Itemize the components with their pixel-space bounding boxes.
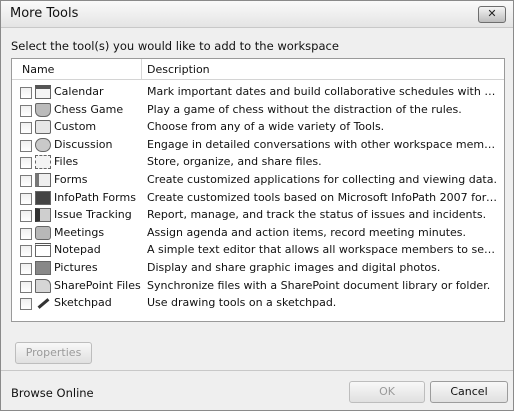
tool-description: Choose from any of a wide variety of Too… [147,120,385,134]
tool-checkbox[interactable] [20,227,32,240]
tool-checkbox[interactable] [20,157,32,170]
tool-checkbox[interactable] [20,104,32,117]
close-button[interactable]: ✕ [478,6,506,23]
tool-name: Chess Game [54,102,124,116]
tool-checkbox[interactable] [20,122,32,135]
tool-checkbox[interactable] [20,139,32,152]
tool-row-infopath-forms[interactable]: InfoPath Forms Create customized tools b… [12,190,504,208]
tool-row-calendar[interactable]: Calendar Mark important dates and build … [12,84,504,102]
ok-button[interactable]: OK [349,381,425,403]
meetings-icon [35,225,51,240]
tool-name: Discussion [54,137,113,151]
close-icon: ✕ [487,7,497,20]
tool-checkbox[interactable] [20,262,32,275]
title-bar[interactable]: More Tools ✕ [1,1,513,28]
tool-checkbox[interactable] [20,174,32,187]
tool-checkbox[interactable] [20,298,32,311]
tool-description: A simple text editor that allows all wor… [147,243,499,257]
tool-name: Meetings [54,225,105,239]
dialog-title: More Tools [10,6,79,21]
tool-row-forms[interactable]: Forms Create customized applications for… [12,172,504,190]
cancel-button[interactable]: Cancel [430,381,508,403]
tool-row-custom[interactable]: Custom Choose from any of a wide variety… [12,119,504,137]
custom-tool-icon [35,120,51,135]
tool-row-issue-tracking[interactable]: Issue Tracking Report, manage, and track… [12,207,504,225]
tool-description: Use drawing tools on a sketchpad. [147,296,337,310]
tool-row-files[interactable]: Files Store, organize, and share files. [12,154,504,172]
tool-description: Report, manage, and track the status of … [147,208,487,222]
tool-name: Calendar [54,85,104,98]
tool-row-meetings[interactable]: Meetings Assign agenda and action items,… [12,225,504,243]
tool-row-sharepoint-files[interactable]: SharePoint Files Synchronize files with … [12,278,504,296]
sharepoint-icon [35,278,51,293]
tool-checkbox[interactable] [20,87,32,99]
tool-row-chess-game[interactable]: Chess Game Play a game of chess without … [12,102,504,120]
tool-checkbox[interactable] [20,280,32,293]
tool-row-notepad[interactable]: Notepad A simple text editor that allows… [12,242,504,260]
tool-checkbox[interactable] [20,192,32,205]
forms-icon [35,172,51,187]
tool-rows: Calendar Mark important dates and build … [12,84,504,313]
tool-description: Display and share graphic images and dig… [147,260,441,274]
tool-description: Store, organize, and share files. [147,155,322,169]
column-header: Name Description [12,59,504,80]
infopath-icon [35,190,51,205]
column-separator[interactable] [141,59,142,79]
tool-description: Play a game of chess without the distrac… [147,102,462,116]
tool-name: InfoPath Forms [54,190,136,204]
tool-description: Create customized tools based on Microso… [147,190,499,204]
tools-list: Name Description Calendar Mark important… [11,58,505,322]
column-header-description[interactable]: Description [147,63,210,76]
notepad-icon [35,243,51,258]
tool-description: Assign agenda and action items, record m… [147,225,467,239]
instruction-text: Select the tool(s) you would like to add… [11,39,339,53]
tool-description: Create customized applications for colle… [147,172,497,186]
tool-row-pictures[interactable]: Pictures Display and share graphic image… [12,260,504,278]
browse-online-link[interactable]: Browse Online [11,386,94,400]
tool-checkbox[interactable] [20,245,32,258]
discussion-icon [35,137,51,152]
pictures-icon [35,260,51,275]
footer-divider [1,370,513,371]
column-header-name[interactable]: Name [22,63,54,76]
files-icon [35,155,51,170]
tool-name: SharePoint Files [54,278,141,292]
tool-description: Synchronize files with a SharePoint docu… [147,278,491,292]
sketchpad-icon [35,296,51,311]
tool-row-discussion[interactable]: Discussion Engage in detailed conversati… [12,137,504,155]
tool-name: Custom [54,120,97,134]
tool-name: Sketchpad [54,296,112,310]
tool-description: Engage in detailed conversations with ot… [147,137,499,151]
properties-button[interactable]: Properties [15,342,92,364]
issue-tracking-icon [35,208,51,223]
tool-description: Mark important dates and build collabora… [147,85,499,98]
tool-checkbox[interactable] [20,210,32,223]
tool-name: Forms [54,172,88,186]
more-tools-dialog: More Tools ✕ Select the tool(s) you woul… [0,0,514,411]
tool-name: Notepad [54,243,101,257]
tool-name: Issue Tracking [54,208,132,222]
calendar-icon [35,85,51,99]
tool-name: Pictures [54,260,98,274]
chess-icon [35,102,51,117]
tool-row-sketchpad[interactable]: Sketchpad Use drawing tools on a sketchp… [12,295,504,313]
tool-name: Files [54,155,79,169]
